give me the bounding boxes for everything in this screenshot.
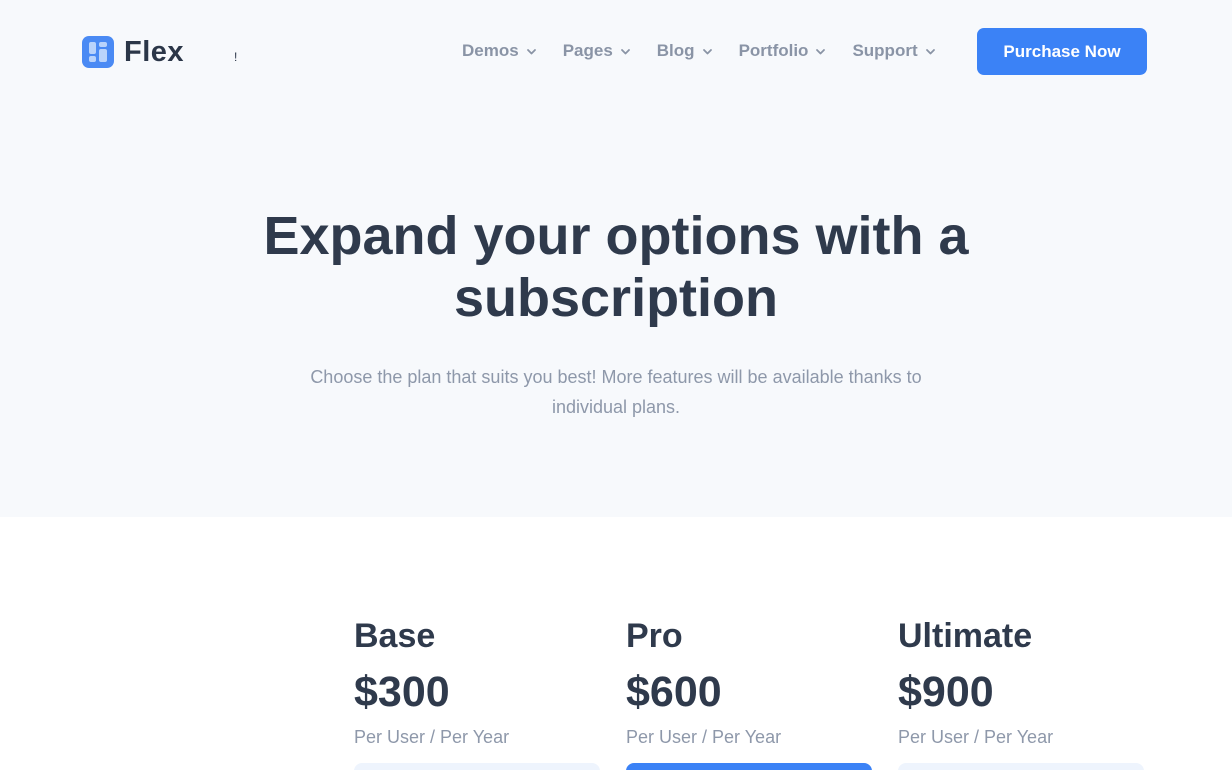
plan-period: Per User / Per Year xyxy=(354,727,510,747)
nav-item-label: Portfolio xyxy=(738,41,809,60)
plan-price: $900 xyxy=(898,668,994,716)
plan-name: Base xyxy=(354,617,436,655)
nav-item-label: Blog xyxy=(656,41,695,60)
site-header: Flex ! Demos Pages Blog Portfolio Suppor… xyxy=(0,0,1232,100)
plan-select-button[interactable] xyxy=(626,763,872,770)
chevron-down-icon xyxy=(526,46,537,57)
hero-subtitle: Choose the plan that suits you best! Mor… xyxy=(310,367,922,417)
nav-item-portfolio[interactable]: Portfolio xyxy=(739,41,827,61)
nav-item-demos[interactable]: Demos xyxy=(462,41,537,61)
plan-price: $300 xyxy=(354,668,450,716)
brand-logo[interactable]: Flex xyxy=(82,36,184,68)
plan-price: $600 xyxy=(626,668,722,716)
logo-icon xyxy=(82,36,114,68)
stray-glyph: ! xyxy=(234,50,238,64)
plan-card-pro: Pro $600 Per User / Per Year xyxy=(626,615,876,770)
chevron-down-icon xyxy=(702,46,713,57)
plan-name: Pro xyxy=(626,617,683,655)
purchase-now-button[interactable]: Purchase Now xyxy=(977,28,1147,75)
plan-card-base: Base $300 Per User / Per Year xyxy=(354,615,604,770)
chevron-down-icon xyxy=(620,46,631,57)
plan-select-button[interactable] xyxy=(898,763,1144,770)
page-title: Expand your options with a subscription xyxy=(263,206,969,328)
hero-section: Flex ! Demos Pages Blog Portfolio Suppor… xyxy=(0,0,1232,517)
nav-item-label: Support xyxy=(852,41,918,60)
nav-item-blog[interactable]: Blog xyxy=(657,41,713,61)
brand-name: Flex xyxy=(124,35,185,68)
plan-period: Per User / Per Year xyxy=(898,727,1054,747)
chevron-down-icon xyxy=(815,46,826,57)
plan-period: Per User / Per Year xyxy=(626,727,782,747)
main-nav: Demos Pages Blog Portfolio Support xyxy=(462,38,962,64)
nav-item-label: Pages xyxy=(562,41,613,60)
nav-item-pages[interactable]: Pages xyxy=(563,41,631,61)
chevron-down-icon xyxy=(925,46,936,57)
nav-item-support[interactable]: Support xyxy=(852,41,935,61)
plan-select-button[interactable] xyxy=(354,763,600,770)
plan-name: Ultimate xyxy=(898,617,1033,655)
pricing-page: Flex ! Demos Pages Blog Portfolio Suppor… xyxy=(0,0,1232,770)
nav-item-label: Demos xyxy=(462,41,519,60)
plan-card-ultimate: Ultimate $900 Per User / Per Year xyxy=(898,615,1148,770)
